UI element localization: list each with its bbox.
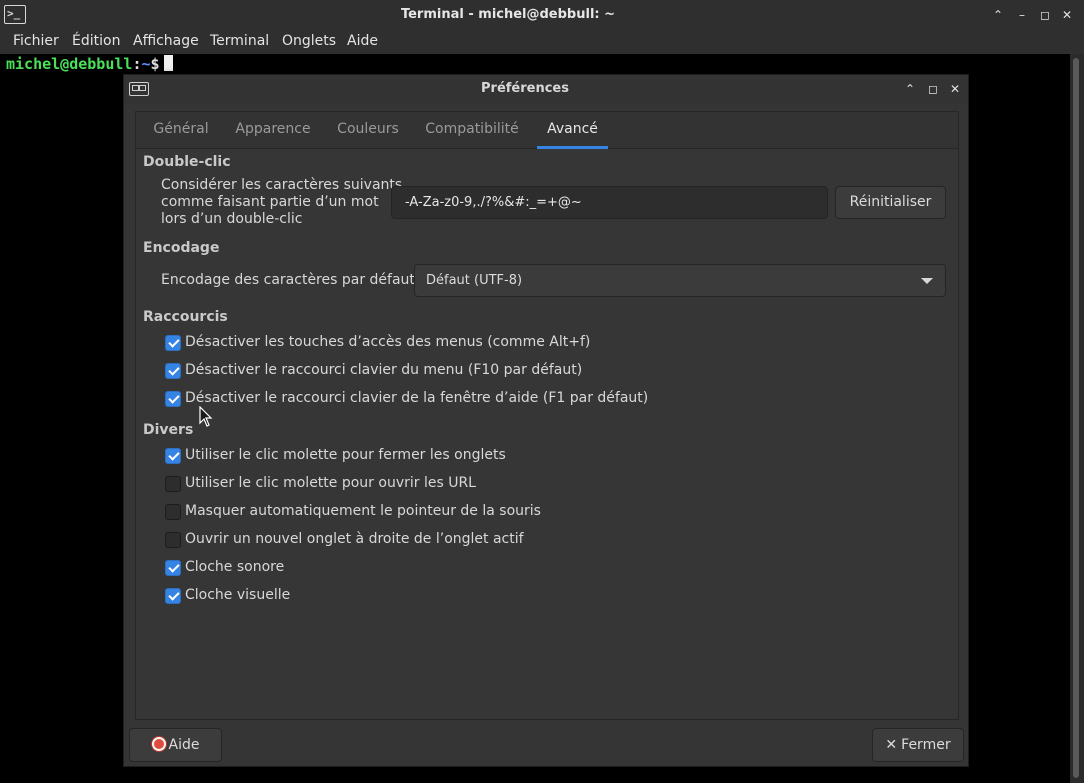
terminal-window-title: Terminal - michel@debbull: ~ [400,7,616,22]
tab-bar: Général Apparence Couleurs Compatibilité… [136,112,958,149]
tab-apparence[interactable]: Apparence [231,112,315,149]
prompt-user-host: michel@debbull [6,55,133,73]
checkbox[interactable] [165,391,181,407]
terminal-cursor [163,55,173,71]
menu-aide[interactable]: Aide [347,33,378,49]
checkbox-label: Cloche visuelle [185,587,291,603]
scrollbar-thumb[interactable] [1073,58,1079,778]
terminal-menubar: Fichier Édition Affichage Terminal Ongle… [0,30,1084,54]
checkbox[interactable] [165,363,181,379]
terminal-scrollbar[interactable] [1070,54,1084,783]
checkbox[interactable] [165,448,181,464]
encoding-selected-value: Défaut (UTF-8) [426,273,523,288]
minimize-icon[interactable]: – [1013,6,1031,24]
menu-edition[interactable]: Édition [72,33,120,49]
maximize-icon[interactable]: ◻ [1036,6,1054,24]
close-icon: ✕ [885,737,898,753]
checkbox-label: Utiliser le clic molette pour fermer les… [185,447,506,463]
dialog-titlebar[interactable]: Préférences ⌃ ◻ ✕ [124,75,968,103]
checkbox[interactable] [165,560,181,576]
double-click-label-line-2: comme faisant partie d’un mot [161,194,379,210]
checkbox-label: Désactiver le raccourci clavier du menu … [185,362,583,378]
section-encoding: Encodage [143,240,220,256]
tab-general[interactable]: Général [146,112,216,149]
menu-onglets[interactable]: Onglets [282,33,336,49]
tab-couleurs[interactable]: Couleurs [332,112,404,149]
checkbox[interactable] [165,335,181,351]
chevron-up-icon[interactable]: ⌃ [989,6,1007,24]
tab-avance[interactable]: Avancé [537,112,608,149]
checkbox-label: Désactiver le raccourci clavier de la fe… [185,390,649,406]
prompt-dollar: $ [150,55,160,73]
double-click-label-line-3: lors d’un double-clic [161,211,303,227]
dialog-title: Préférences [481,81,569,96]
encoding-dropdown[interactable]: Défaut (UTF-8) [414,264,946,297]
preferences-dialog: Préférences ⌃ ◻ ✕ Général Apparence Coul… [123,74,969,767]
checkbox-label: Masquer automatiquement le pointeur de l… [185,503,541,519]
preferences-notebook: Général Apparence Couleurs Compatibilité… [135,111,959,720]
checkbox-label: Cloche sonore [185,559,285,575]
help-lifebuoy-icon [151,737,166,751]
menu-fichier[interactable]: Fichier [13,33,59,49]
chevron-up-icon[interactable]: ⌃ [901,80,919,98]
menu-terminal[interactable]: Terminal [210,33,269,49]
reset-button[interactable]: Réinitialiser [835,186,946,219]
terminal-titlebar[interactable]: >_ Terminal - michel@debbull: ~ ⌃ – ◻ ✕ [0,0,1084,30]
close-button-label: Fermer [901,737,951,753]
section-double-click: Double-clic [143,154,231,170]
close-icon[interactable]: ✕ [1058,6,1076,24]
section-shortcuts: Raccourcis [143,309,228,325]
mouse-pointer-icon [199,406,213,427]
help-button[interactable]: Aide [129,728,222,762]
close-icon[interactable]: ✕ [946,80,964,98]
checkbox-label: Utiliser le clic molette pour ouvrir les… [185,475,476,491]
maximize-icon[interactable]: ◻ [924,80,942,98]
checkbox-label: Ouvrir un nouvel onglet à droite de l’on… [185,531,524,547]
shell-prompt: michel@debbull:~$ [6,55,173,73]
checkbox[interactable] [165,504,181,520]
checkbox-label: Désactiver les touches d’accès des menus… [185,334,591,350]
double-click-label-line-1: Considérer les caractères suivants [161,177,403,193]
section-misc: Divers [143,422,194,438]
prompt-path: ~ [141,55,151,73]
checkbox[interactable] [165,588,181,604]
checkbox[interactable] [165,532,181,548]
tab-compatibilite[interactable]: Compatibilité [419,112,525,149]
word-chars-input[interactable]: -A-Za-z0-9,./?%&#:_=+@~ [391,186,828,219]
dropdown-arrow-icon [921,278,933,284]
menu-affichage[interactable]: Affichage [133,33,199,49]
encoding-label: Encodage des caractères par défaut : [161,272,425,288]
close-button[interactable]: ✕ Fermer [872,728,964,762]
help-button-label: Aide [168,737,200,753]
checkbox[interactable] [165,476,181,492]
